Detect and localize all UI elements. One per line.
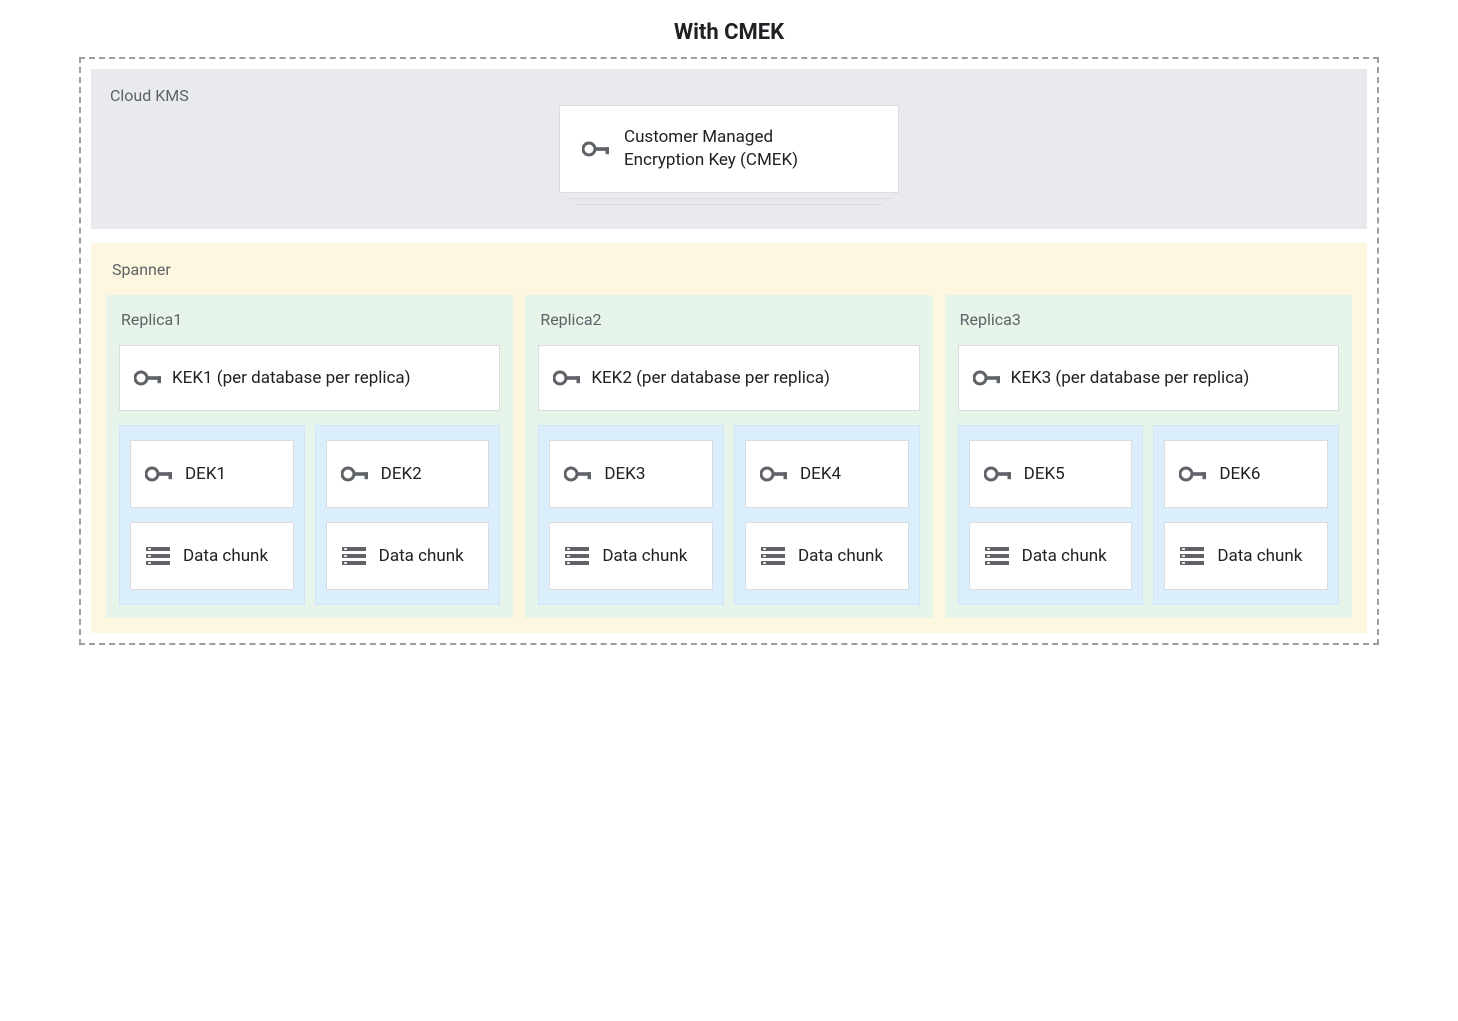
data-chunk-label: Data chunk xyxy=(379,545,464,567)
cmek-text: Customer Managed Encryption Key (CMEK) xyxy=(624,126,798,172)
data-chunk-card: Data chunk xyxy=(1164,522,1328,590)
chunk-box: DEK6 Data chunk xyxy=(1153,425,1339,605)
diagram-container: Cloud KMS Customer Managed Encryption Ke… xyxy=(79,57,1379,645)
replicas-row: Replica1 KEK1 (per database per replica)… xyxy=(106,295,1352,618)
stack-line xyxy=(567,198,891,199)
dek-label: DEK6 xyxy=(1219,463,1260,485)
dek-card: DEK2 xyxy=(326,440,490,508)
dek-card: DEK5 xyxy=(969,440,1133,508)
kek-card: KEK2 (per database per replica) xyxy=(538,345,919,411)
data-chunk-card: Data chunk xyxy=(745,522,909,590)
key-icon xyxy=(984,464,1012,484)
chunks-row: DEK1 Data chunk DEK2 xyxy=(119,425,500,605)
cmek-line1: Customer Managed xyxy=(624,126,798,149)
spanner-label: Spanner xyxy=(106,260,1352,279)
key-icon xyxy=(553,368,581,388)
cmek-line2: Encryption Key (CMEK) xyxy=(624,149,798,172)
diagram-title: With CMEK xyxy=(20,20,1438,45)
cloud-kms-label: Cloud KMS xyxy=(110,86,1348,105)
key-icon xyxy=(145,464,173,484)
key-icon xyxy=(582,139,610,159)
chunk-box: DEK3 Data chunk xyxy=(538,425,724,605)
data-chunk-label: Data chunk xyxy=(798,545,883,567)
chunk-box: DEK2 Data chunk xyxy=(315,425,501,605)
kek-text: KEK3 (per database per replica) xyxy=(1011,368,1250,388)
dek-card: DEK4 xyxy=(745,440,909,508)
replica-label: Replica3 xyxy=(958,310,1339,329)
storage-icon xyxy=(1179,546,1205,566)
dek-card: DEK3 xyxy=(549,440,713,508)
dek-label: DEK5 xyxy=(1024,463,1065,485)
dek-card: DEK6 xyxy=(1164,440,1328,508)
key-icon xyxy=(134,368,162,388)
key-icon xyxy=(564,464,592,484)
dek-label: DEK3 xyxy=(604,463,645,485)
dek-label: DEK2 xyxy=(381,463,422,485)
data-chunk-label: Data chunk xyxy=(1217,545,1302,567)
spanner-section: Spanner Replica1 KEK1 (per database per … xyxy=(91,243,1367,633)
chunk-box: DEK1 Data chunk xyxy=(119,425,305,605)
storage-icon xyxy=(984,546,1010,566)
storage-icon xyxy=(341,546,367,566)
key-icon xyxy=(1179,464,1207,484)
storage-icon xyxy=(145,546,171,566)
kek-text: KEK2 (per database per replica) xyxy=(591,368,830,388)
cmek-card: Customer Managed Encryption Key (CMEK) xyxy=(559,105,899,193)
chunks-row: DEK5 Data chunk DEK6 xyxy=(958,425,1339,605)
kek-card: KEK3 (per database per replica) xyxy=(958,345,1339,411)
key-icon xyxy=(973,368,1001,388)
cloud-kms-section: Cloud KMS Customer Managed Encryption Ke… xyxy=(91,69,1367,229)
key-icon xyxy=(341,464,369,484)
replica-box: Replica3 KEK3 (per database per replica)… xyxy=(945,295,1352,618)
data-chunk-card: Data chunk xyxy=(969,522,1133,590)
cmek-card-wrapper: Customer Managed Encryption Key (CMEK) xyxy=(110,105,1348,193)
data-chunk-card: Data chunk xyxy=(549,522,713,590)
dek-label: DEK1 xyxy=(185,463,226,485)
key-icon xyxy=(760,464,788,484)
data-chunk-label: Data chunk xyxy=(602,545,687,567)
replica-box: Replica2 KEK2 (per database per replica)… xyxy=(525,295,932,618)
storage-icon xyxy=(760,546,786,566)
data-chunk-label: Data chunk xyxy=(183,545,268,567)
storage-icon xyxy=(564,546,590,566)
data-chunk-card: Data chunk xyxy=(326,522,490,590)
replica-box: Replica1 KEK1 (per database per replica)… xyxy=(106,295,513,618)
dek-label: DEK4 xyxy=(800,463,841,485)
chunks-row: DEK3 Data chunk DEK4 xyxy=(538,425,919,605)
dek-card: DEK1 xyxy=(130,440,294,508)
kek-card: KEK1 (per database per replica) xyxy=(119,345,500,411)
stack-line xyxy=(575,204,883,205)
chunk-box: DEK5 Data chunk xyxy=(958,425,1144,605)
data-chunk-label: Data chunk xyxy=(1022,545,1107,567)
data-chunk-card: Data chunk xyxy=(130,522,294,590)
replica-label: Replica2 xyxy=(538,310,919,329)
kek-text: KEK1 (per database per replica) xyxy=(172,368,411,388)
chunk-box: DEK4 Data chunk xyxy=(734,425,920,605)
replica-label: Replica1 xyxy=(119,310,500,329)
